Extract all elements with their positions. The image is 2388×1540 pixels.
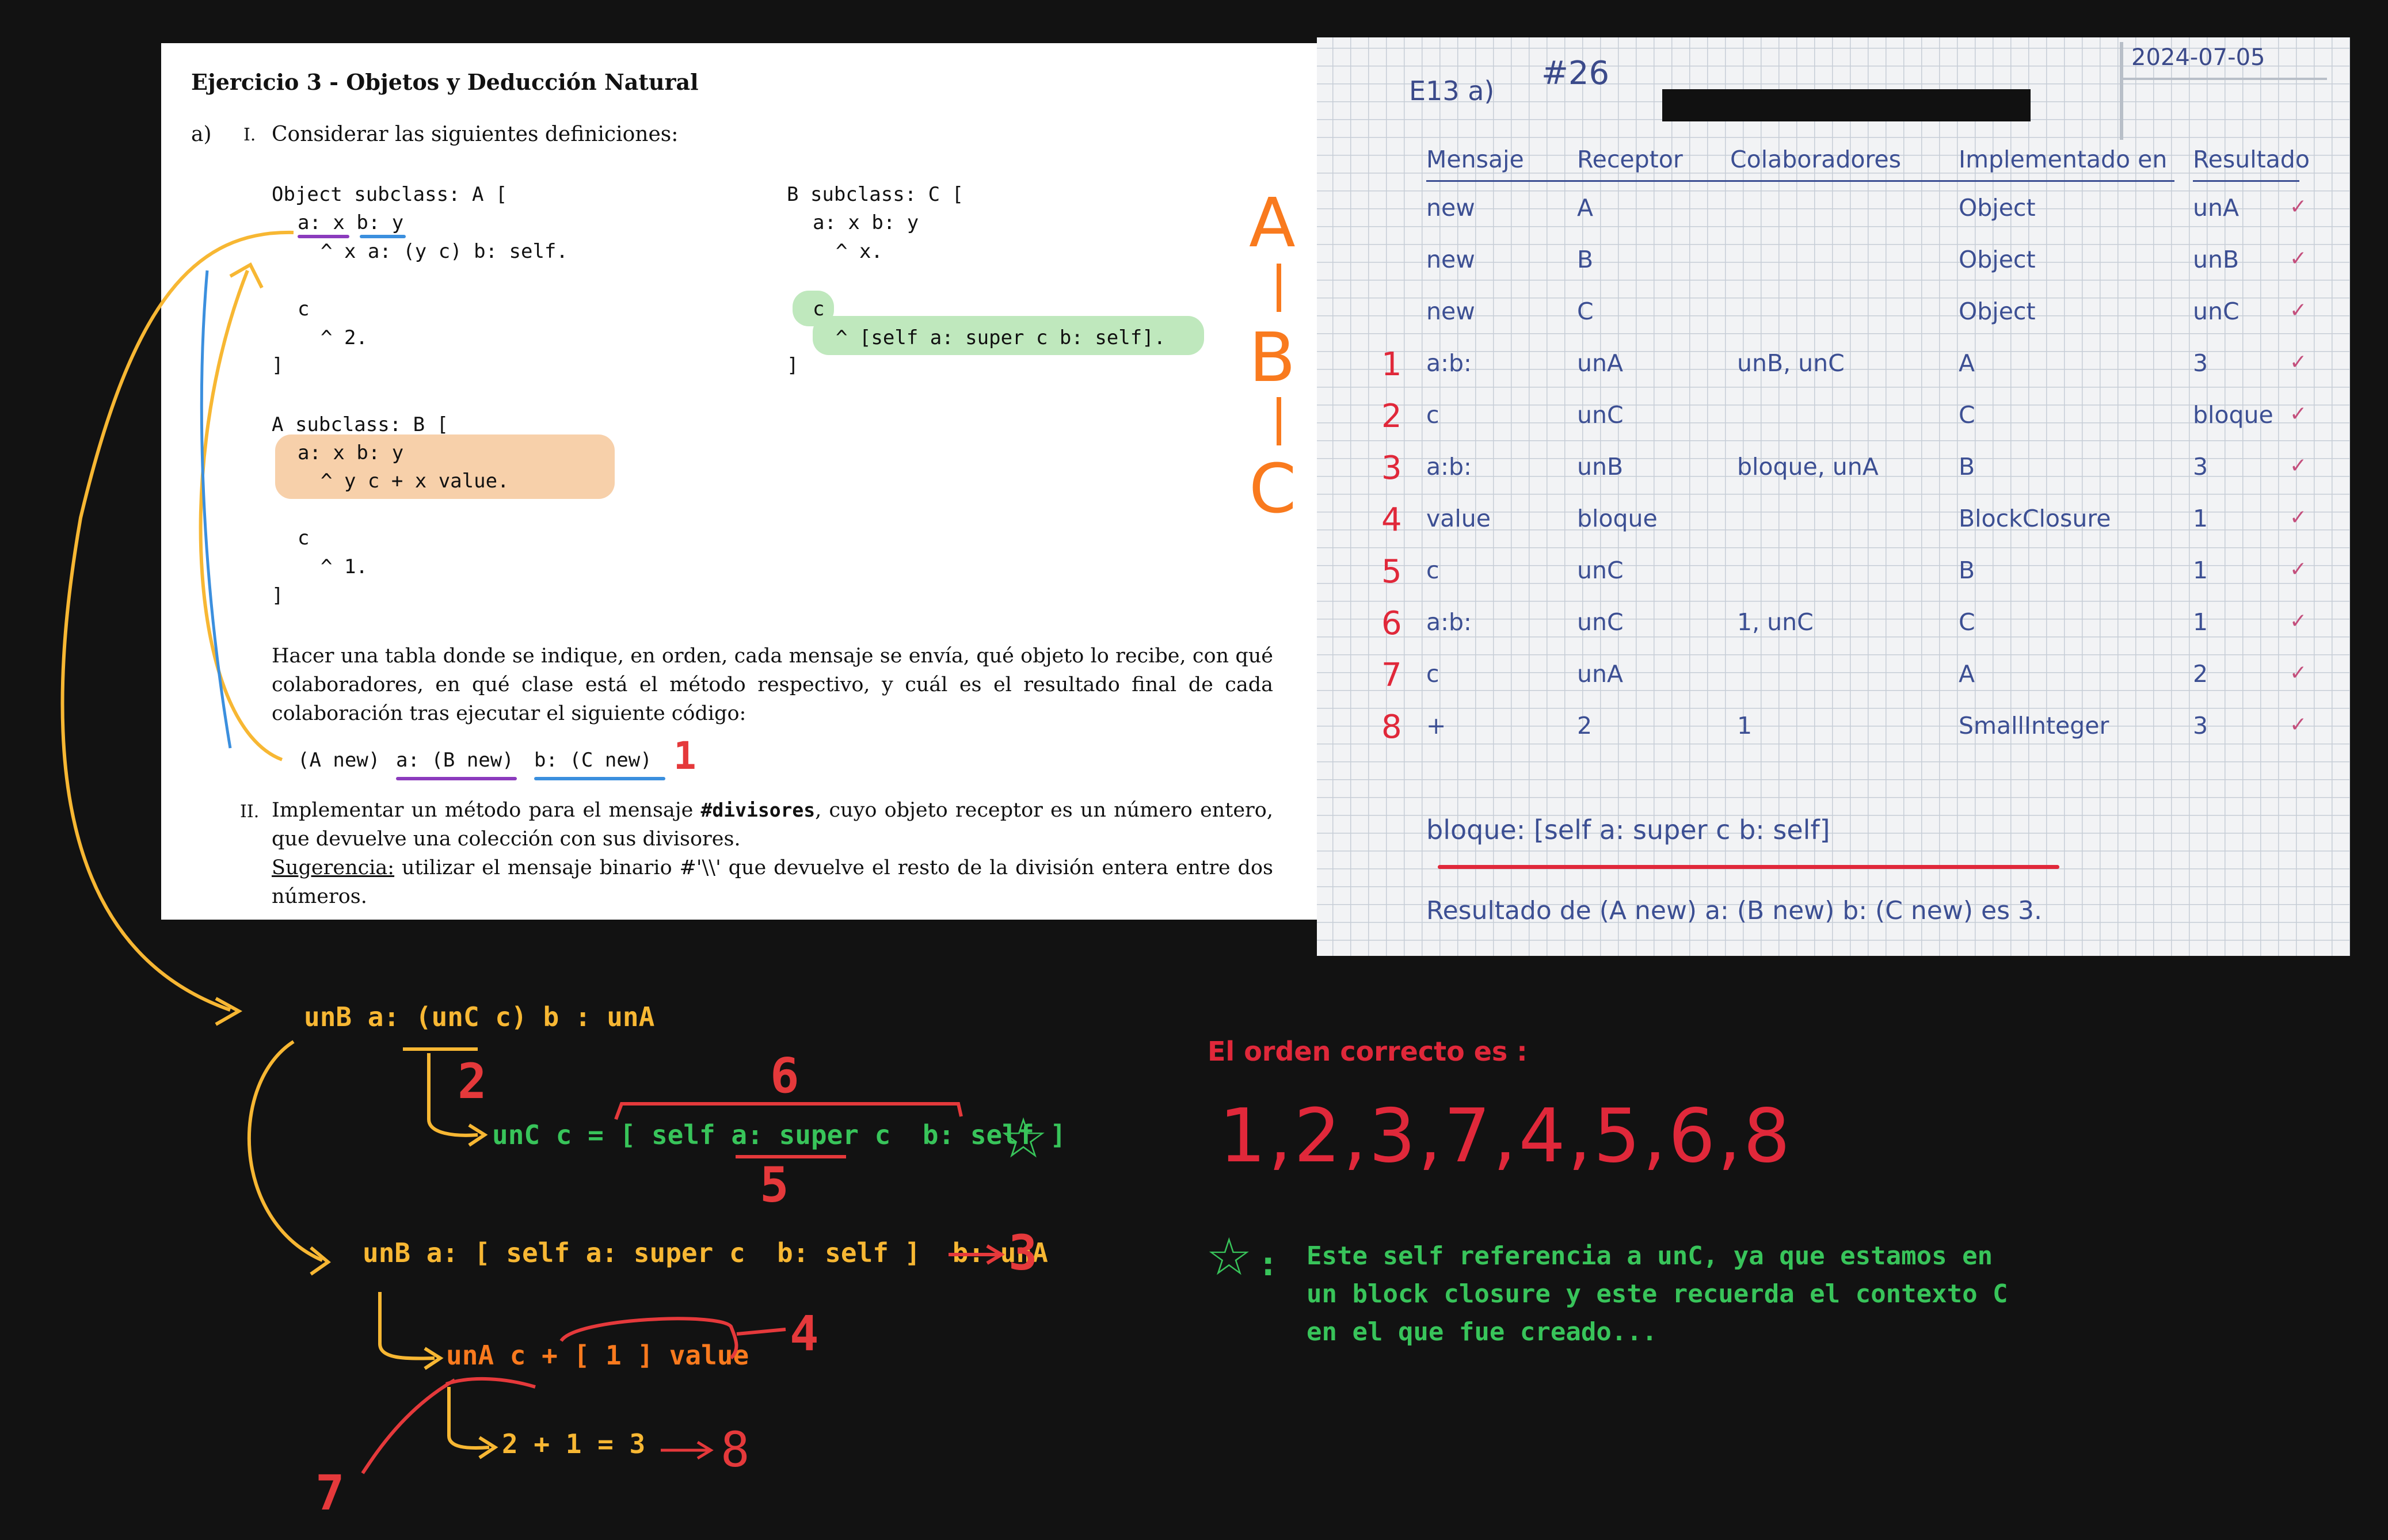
- arrowhead-trace: [215, 997, 243, 1026]
- annotation-strokes: [60, 230, 1005, 1474]
- bracket-line1-line3: [247, 1040, 323, 1262]
- bracket-4: [559, 1317, 738, 1360]
- hook-to-line2: [427, 1053, 478, 1137]
- underline-7: [445, 1377, 536, 1389]
- bracket-6: [614, 1102, 963, 1120]
- tail-7: [361, 1378, 456, 1474]
- arrow-code-to-trace: [60, 230, 294, 1012]
- arrow-code-to-class-a: [199, 269, 283, 761]
- tail-4: [736, 1328, 786, 1336]
